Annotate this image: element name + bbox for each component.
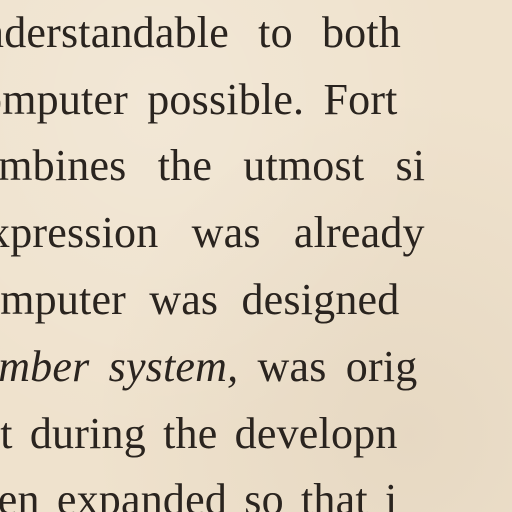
- text-segment: ut during the developn: [0, 409, 398, 458]
- text-segment: ombines the utmost si: [0, 141, 426, 190]
- italic-text-segment: umber system,: [0, 342, 239, 391]
- text-segment: omputer possible. Fort: [0, 75, 398, 124]
- text-line: omputer was designed: [0, 278, 399, 322]
- document-page: nderstandable to both omputer possible. …: [0, 0, 512, 512]
- text-line: ombines the utmost si: [0, 144, 425, 188]
- text-line: nderstandable to both: [0, 11, 401, 55]
- text-line: xpression was already: [0, 211, 425, 255]
- text-segment: was orig: [238, 342, 418, 391]
- text-line: ut during the developn: [0, 412, 398, 456]
- text-segment: omputer was designed: [0, 275, 400, 324]
- text-line: een expanded so that i: [0, 478, 397, 512]
- text-segment: xpression was already: [0, 208, 425, 257]
- text-line: omputer possible. Fort: [0, 78, 398, 122]
- text-segment: een expanded so that i: [0, 475, 398, 512]
- text-line: umber system, was orig: [0, 345, 417, 389]
- text-segment: nderstandable to both: [0, 8, 401, 57]
